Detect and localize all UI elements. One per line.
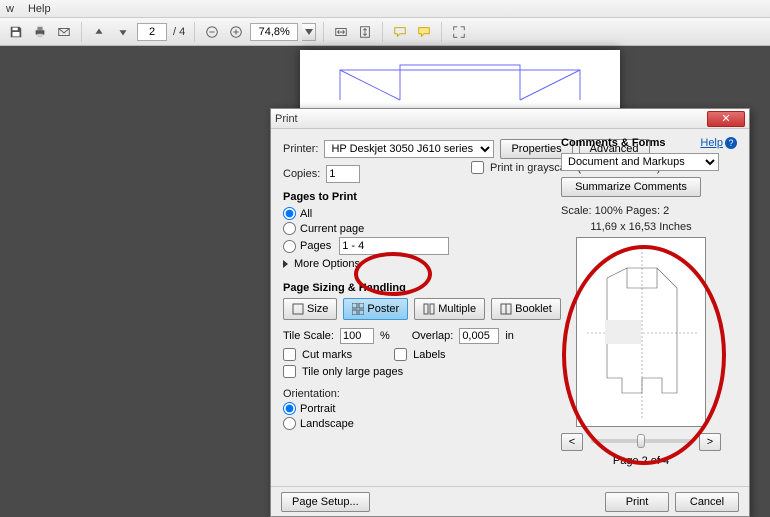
menubar: w Help [0,0,770,18]
page-total: / 4 [173,26,185,38]
separator [81,22,82,42]
page-up-icon[interactable] [89,22,109,42]
print-preview [576,237,706,427]
print-icon[interactable] [30,22,50,42]
fit-page-icon[interactable] [355,22,375,42]
page-number-input[interactable] [137,23,167,41]
close-icon[interactable]: ✕ [707,111,745,127]
overlap-input[interactable] [459,328,499,344]
preview-slider[interactable] [591,439,691,443]
size-tab[interactable]: Size [283,298,337,320]
tile-scale-pct: % [380,330,390,342]
menu-help[interactable]: Help [26,3,53,15]
current-radio[interactable] [283,222,296,235]
portrait-label: Portrait [300,403,335,415]
print-button[interactable]: Print [605,492,669,512]
cancel-button[interactable]: Cancel [675,492,739,512]
pages-label: Pages [300,240,331,252]
pages-range-input[interactable] [339,237,449,255]
scale-info: Scale: 100% Pages: 2 [561,205,739,217]
dialog-title: Print [275,113,707,125]
tile-scale-input[interactable] [340,328,374,344]
separator [441,22,442,42]
separator [194,22,195,42]
pages-radio[interactable] [283,240,296,253]
prev-page-icon[interactable]: < [561,433,583,451]
zoom-input[interactable] [250,23,298,41]
cutmarks-checkbox[interactable] [283,348,296,361]
grayscale-checkbox[interactable] [471,161,484,174]
cutmarks-label: Cut marks [302,349,352,361]
next-page-icon[interactable]: > [699,433,721,451]
landscape-label: Landscape [300,418,354,430]
page-down-icon[interactable] [113,22,133,42]
tile-scale-label: Tile Scale: [283,330,334,342]
zoom-dropdown-icon[interactable] [302,23,316,41]
fullscreen-icon[interactable] [449,22,469,42]
overlap-unit: in [505,330,514,342]
all-radio[interactable] [283,207,296,220]
poster-tab[interactable]: Poster [343,298,408,320]
printer-label: Printer: [283,143,318,155]
page-setup-button[interactable]: Page Setup... [281,492,370,512]
comment-icon[interactable] [390,22,410,42]
printer-select[interactable]: HP Deskjet 3050 J610 series (сеть) [324,140,494,158]
separator [323,22,324,42]
dialog-titlebar: Print ✕ [271,109,749,129]
landscape-radio[interactable] [283,417,296,430]
copies-label: Copies: [283,168,320,180]
dialog-footer: Page Setup... Print Cancel [271,486,749,516]
summarize-button[interactable]: Summarize Comments [561,177,701,197]
print-dialog: Print ✕ Help? Printer: HP Deskjet 3050 J… [270,108,750,517]
multiple-tab[interactable]: Multiple [414,298,485,320]
triangle-icon [283,260,288,268]
comments-header: Comments & Forms [561,137,739,149]
separator [382,22,383,42]
labels-label: Labels [413,349,445,361]
preview-page-label: Page 2 of 4 [561,455,721,467]
labels-checkbox[interactable] [394,348,407,361]
current-label: Current page [300,223,364,235]
booklet-tab[interactable]: Booklet [491,298,561,320]
portrait-radio[interactable] [283,402,296,415]
slider-thumb[interactable] [637,434,645,448]
sheet-info: 11,69 x 16,53 Inches [561,221,721,233]
copies-input[interactable] [326,165,360,183]
mail-icon[interactable] [54,22,74,42]
menu-view[interactable]: w [4,3,16,15]
zoom-out-icon[interactable] [202,22,222,42]
overlap-label: Overlap: [412,330,454,342]
zoom-in-icon[interactable] [226,22,246,42]
all-label: All [300,208,312,220]
comment-add-icon[interactable] [414,22,434,42]
tile-large-label: Tile only large pages [302,366,403,378]
fit-width-icon[interactable] [331,22,351,42]
tile-large-checkbox[interactable] [283,365,296,378]
comments-select[interactable]: Document and Markups [561,153,719,171]
save-icon[interactable] [6,22,26,42]
